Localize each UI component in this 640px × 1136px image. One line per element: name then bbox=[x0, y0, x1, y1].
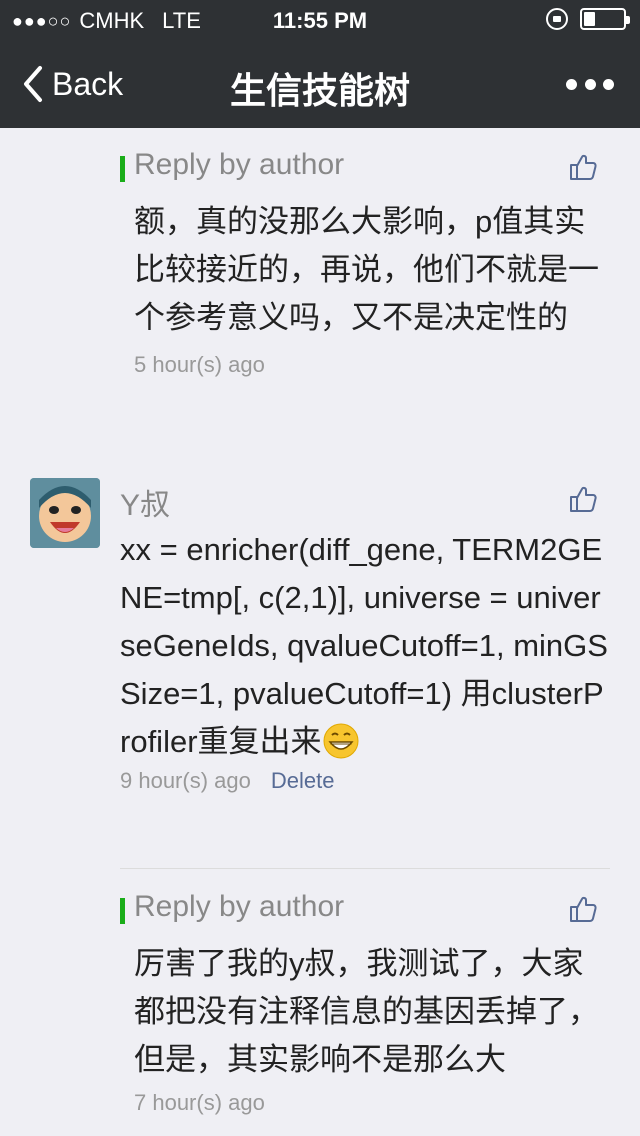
thumbs-up-icon[interactable] bbox=[568, 152, 598, 182]
thumbs-up-icon[interactable] bbox=[568, 484, 598, 514]
reply-text: 厉害了我的y叔，我测试了，大家都把没有注释信息的基因丢掉了，但是，其实影响不是那… bbox=[134, 946, 599, 1077]
comments-list: Reply by author 额，真的没那么大影响，p值其实比较接近的，再说，… bbox=[0, 128, 640, 1136]
comment-body: xx = enricher(diff_gene, TERM2GENE=tmp[,… bbox=[120, 532, 608, 759]
reply-label: Reply by author bbox=[134, 148, 345, 181]
reply-marker bbox=[120, 156, 125, 182]
status-time: 11:55 PM bbox=[272, 8, 368, 33]
more-dot bbox=[603, 78, 614, 90]
divider bbox=[120, 868, 610, 869]
reply-text: 额，真的没那么大影响，p值其实比较接近的，再说，他们不就是一个参考意义吗，又不是… bbox=[134, 204, 599, 335]
delete-button[interactable]: Delete bbox=[271, 768, 335, 794]
more-options-button[interactable] bbox=[566, 72, 614, 96]
status-bar: ●●●○○ CMHK LTE 11:55 PM bbox=[0, 0, 640, 40]
orientation-lock-icon bbox=[546, 8, 568, 30]
battery-level bbox=[584, 12, 596, 26]
reply-label: Reply by author bbox=[134, 890, 345, 923]
author-reply: Reply by author 厉害了我的y叔，我测试了，大家都把没有注释信息的… bbox=[120, 890, 610, 1116]
comment-time: 9 hour(s) ago bbox=[120, 768, 251, 793]
thumbs-up-icon[interactable] bbox=[568, 894, 598, 924]
comment-username[interactable]: Y叔 bbox=[120, 480, 170, 524]
reply-time: 7 hour(s) ago bbox=[134, 1090, 265, 1115]
author-reply: Reply by author 额，真的没那么大影响，p值其实比较接近的，再说，… bbox=[120, 148, 610, 378]
more-dot bbox=[584, 78, 596, 90]
reply-time: 5 hour(s) ago bbox=[134, 352, 265, 377]
header: ●●●○○ CMHK LTE 11:55 PM Back 生信技能树 bbox=[0, 0, 640, 128]
avatar[interactable] bbox=[30, 478, 100, 548]
nav-bar: Back 生信技能树 bbox=[0, 40, 640, 128]
page-title: 生信技能树 bbox=[229, 70, 410, 111]
grinning-emoji-icon bbox=[323, 723, 359, 759]
avatar-image bbox=[30, 478, 100, 548]
reply-marker bbox=[120, 898, 125, 924]
battery-icon bbox=[580, 8, 630, 30]
comment-text: xx = enricher(diff_gene, TERM2GENE=tmp[,… bbox=[120, 526, 610, 766]
more-dot bbox=[566, 78, 577, 90]
